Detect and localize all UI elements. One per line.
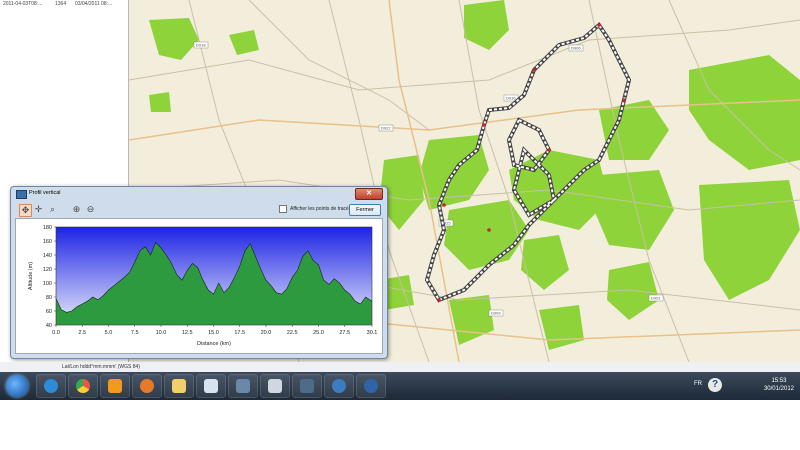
svg-text:D918: D918 — [196, 43, 206, 48]
x-tick-label: 20.0 — [261, 330, 272, 336]
firefox-icon[interactable] — [132, 374, 162, 398]
app-icon[interactable] — [228, 374, 258, 398]
show-points-option[interactable]: Afficher les points de tracé — [279, 205, 349, 213]
x-tick-label: 5.0 — [105, 330, 113, 336]
show-points-checkbox[interactable] — [279, 205, 287, 213]
y-tick-label: 100 — [43, 281, 52, 287]
y-tick-label: 140 — [43, 253, 52, 259]
x-tick-label: 25.0 — [313, 330, 324, 336]
coordinate-status-bar: Lat/Lon hddd°mm.mmm' (WGS 84) — [0, 362, 800, 372]
svg-text:D922: D922 — [381, 126, 391, 131]
track-points: 1364 — [55, 1, 67, 7]
coordinate-format-text: Lat/Lon hddd°mm.mmm' (WGS 84) — [62, 364, 140, 370]
close-icon: ✕ — [366, 190, 372, 197]
elevation-chart[interactable]: 0.0 2.5 5.0 7.5 10.0 12.5 15.0 17.5 20.0 22.5 25.0… — [15, 218, 383, 354]
clock[interactable]: 15:53 30/01/2012 — [764, 377, 794, 393]
y-tick-label: 160 — [43, 239, 52, 245]
x-tick-label: 15.0 — [208, 330, 219, 336]
ie-icon[interactable] — [36, 374, 66, 398]
track-date: 03/04/2011 08:... — [75, 1, 113, 7]
x-tick-label: 2.5 — [78, 330, 86, 336]
system-tray: FR ? 15:53 30/01/2012 — [690, 372, 800, 400]
y-tick-label: 60 — [46, 309, 52, 315]
x-tick-label: 27.5 — [339, 330, 350, 336]
fermer-button[interactable]: Fermer — [349, 204, 381, 216]
x-tick-label: 30.1 — [367, 330, 378, 336]
svg-text:D909: D909 — [491, 311, 501, 316]
dialog-titlebar[interactable]: Profil vertical ✕ — [11, 187, 387, 201]
track-name: 2011-04-03T08:... — [3, 1, 43, 7]
profile-toolbar: ✥ ✛ ⌕ ⊕ ⊖ Afficher les points de tracé F… — [15, 203, 381, 217]
x-tick-label: 0.0 — [52, 330, 60, 336]
track-list-row[interactable]: 2011-04-03T08:... 1364 03/04/2011 08:... — [0, 0, 128, 8]
svg-text:D906: D906 — [571, 46, 581, 51]
x-tick-label: 7.5 — [131, 330, 139, 336]
clock-date: 30/01/2012 — [763, 386, 794, 392]
x-tick-label: 12.5 — [182, 330, 193, 336]
svg-text:D901: D901 — [651, 296, 661, 301]
help-icon[interactable]: ? — [708, 378, 722, 392]
show-points-label: Afficher les points de tracé — [290, 206, 349, 212]
language-indicator[interactable]: FR — [694, 381, 702, 387]
folder-icon[interactable] — [164, 374, 194, 398]
mail-icon[interactable] — [196, 374, 226, 398]
profile-app-icon — [16, 190, 27, 199]
dialog-title: Profil vertical — [29, 190, 61, 196]
y-tick-label: 80 — [46, 295, 52, 301]
hp-icon[interactable] — [356, 374, 386, 398]
app-icon-3[interactable] — [292, 374, 322, 398]
y-axis-label: Altitude (m) — [28, 262, 34, 290]
vertical-profile-dialog: Profil vertical ✕ ✥ ✛ ⌕ ⊕ ⊖ Afficher les… — [10, 186, 388, 359]
y-tick-label: 120 — [43, 267, 52, 273]
svg-text:D916: D916 — [506, 96, 516, 101]
chrome-icon[interactable] — [68, 374, 98, 398]
x-axis-label: Distance (km) — [197, 341, 231, 347]
x-tick-label: 22.5 — [287, 330, 298, 336]
zoom-area-icon[interactable]: ⌕ — [47, 204, 58, 215]
elevation-chart-svg: 0.0 2.5 5.0 7.5 10.0 12.5 15.0 17.5 20.0 22.5 25.0… — [28, 225, 378, 347]
window-close-button[interactable]: ✕ — [355, 188, 383, 200]
y-tick-label: 180 — [43, 225, 52, 231]
blank-area — [0, 400, 800, 450]
zoom-in-icon[interactable]: ⊕ — [71, 204, 82, 215]
x-tick-label: 17.5 — [234, 330, 245, 336]
pan-tool-icon[interactable]: ✛ — [33, 204, 44, 215]
zoom-out-icon[interactable]: ⊖ — [85, 204, 96, 215]
windows-start-icon[interactable] — [6, 375, 28, 397]
tc-icon[interactable] — [324, 374, 354, 398]
app-icon-2[interactable] — [260, 374, 290, 398]
y-tick-label: 40 — [46, 323, 52, 329]
x-tick-label: 10.0 — [156, 330, 167, 336]
media-player-icon[interactable] — [100, 374, 130, 398]
select-tool-icon[interactable]: ✥ — [19, 204, 32, 217]
windows-taskbar: FR ? 15:53 30/01/2012 — [0, 372, 800, 400]
clock-time: 15:53 — [771, 378, 787, 384]
